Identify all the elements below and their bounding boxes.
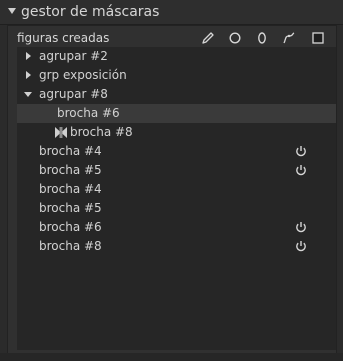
power-icon[interactable] — [295, 145, 307, 157]
path-icon[interactable] — [281, 30, 297, 46]
module-header[interactable]: gestor de máscaras — [0, 0, 343, 25]
tree-row-shape[interactable]: brocha #6 — [17, 218, 336, 237]
tree-row-shape[interactable]: brocha #4 — [17, 142, 336, 161]
expander-collapsed-icon[interactable] — [26, 71, 31, 79]
mask-manager-module: gestor de máscaras figuras creadas agrup… — [0, 0, 343, 361]
tree-row-label: brocha #4 — [39, 182, 102, 196]
panel-bottom-edge — [0, 353, 343, 361]
power-icon[interactable] — [295, 164, 307, 176]
power-icon[interactable] — [295, 221, 307, 233]
bowtie-icon — [55, 127, 67, 138]
tree-row-label: brocha #6 — [57, 106, 120, 120]
circle-icon[interactable] — [227, 30, 243, 46]
created-shapes-label: figuras creadas — [17, 31, 110, 45]
power-icon[interactable] — [295, 240, 307, 252]
tree-row-shape[interactable]: brocha #5 — [17, 161, 336, 180]
expander-collapsed-icon[interactable] — [26, 52, 31, 60]
tree-row-label: brocha #6 — [39, 220, 102, 234]
module-title: gestor de máscaras — [21, 4, 160, 20]
shapes-tree: agrupar #2 grp exposición agrupar #8 bro… — [17, 47, 336, 350]
tree-row-label: brocha #5 — [39, 201, 102, 215]
tree-row-label: agrupar #2 — [39, 49, 108, 63]
tree-row-group[interactable]: agrupar #2 — [17, 47, 336, 66]
tree-row-label: brocha #8 — [39, 239, 102, 253]
tree-row-group[interactable]: grp exposición — [17, 66, 336, 85]
expander-expanded-icon[interactable] — [24, 92, 32, 97]
collapse-arrow-icon[interactable] — [8, 8, 16, 14]
ellipse-icon[interactable] — [254, 30, 270, 46]
tree-row-group[interactable]: agrupar #8 — [17, 85, 336, 104]
tree-row-shape[interactable]: brocha #4 — [17, 180, 336, 199]
tree-row-label: brocha #4 — [39, 144, 102, 158]
tree-row-shape[interactable]: brocha #8 — [17, 123, 336, 142]
tree-row-shape[interactable]: brocha #6 — [17, 104, 336, 123]
tree-row-label: brocha #5 — [39, 163, 102, 177]
tree-row-label: agrupar #8 — [39, 87, 108, 101]
tree-row-label: brocha #8 — [70, 125, 133, 139]
tree-row-shape[interactable]: brocha #8 — [17, 237, 336, 256]
square-icon[interactable] — [310, 30, 326, 46]
pencil-icon[interactable] — [200, 30, 216, 46]
mask-panel: figuras creadas agrupar #2 grp exposició… — [7, 25, 337, 354]
tree-row-label: grp exposición — [39, 68, 127, 82]
tree-row-shape[interactable]: brocha #5 — [17, 199, 336, 218]
